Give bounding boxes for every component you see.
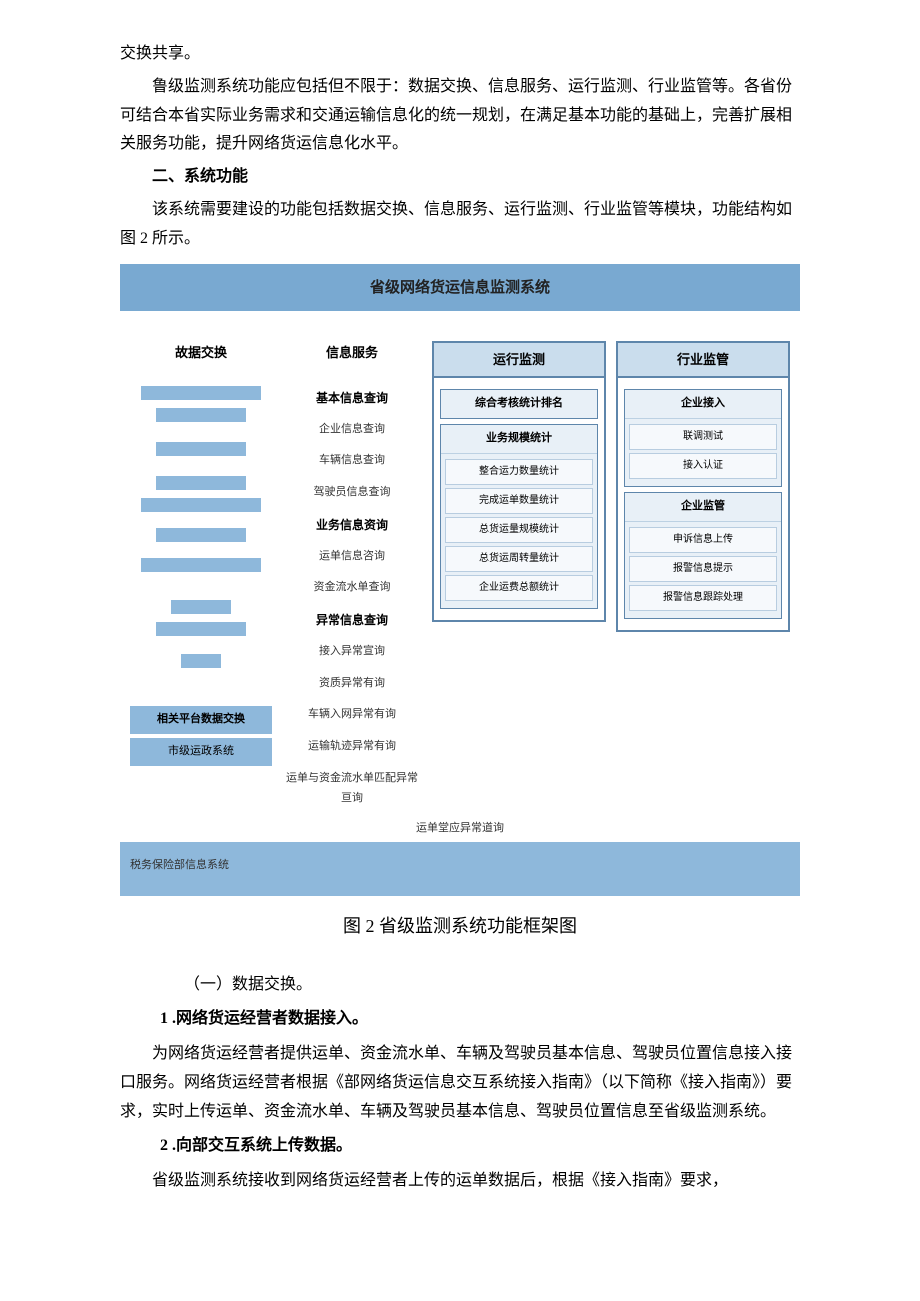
subsection-heading: （一）数据交换。 <box>120 971 800 1000</box>
diagram-item: 车辆信息查询 <box>319 451 385 471</box>
sub-panel: 综合考核统计排名 <box>440 389 598 419</box>
section-heading: 二、系统功能 <box>120 163 800 192</box>
panel-item: 接入认证 <box>629 453 777 479</box>
sub-panel-header: 业务规模统计 <box>441 425 597 454</box>
sub-panel: 企业接入 联调测试 接入认证 <box>624 389 782 487</box>
diagram-item: 资质异常有询 <box>319 674 385 694</box>
architecture-diagram: 省级网络货运信息监测系统 故据交换 相关平台数据交换 市级运政系统 信息服 <box>120 264 800 897</box>
diagram-block <box>141 558 261 572</box>
diagram-body: 故据交换 相关平台数据交换 市级运政系统 信息服务 基本信息查询 企业信息查询 <box>120 311 800 815</box>
panel-item: 完成运单数量统计 <box>445 488 593 514</box>
diagram-subheader: 业务信息资询 <box>316 515 388 537</box>
diagram-footer-item: 运单堂应异常道询 <box>120 819 800 839</box>
panel-header: 行业监管 <box>618 343 788 378</box>
figure-caption: 图 2 省级监测系统功能框架图 <box>120 910 800 942</box>
column-info-service: 信息服务 基本信息查询 企业信息查询 车辆信息查询 驾驶员信息查询 业务信息资询… <box>282 341 422 815</box>
diagram-item: 资金流水单查询 <box>314 578 391 598</box>
panel-item: 总货运量规模统计 <box>445 517 593 543</box>
diagram-item: 运输轨迹异常有询 <box>308 737 396 757</box>
panel-item: 联调测试 <box>629 424 777 450</box>
sub-panel: 业务规模统计 整合运力数量统计 完成运单数量统计 总货运量规模统计 总货运周转量… <box>440 424 598 609</box>
diagram-block <box>141 498 261 512</box>
body-text: 该系统需要建设的功能包括数据交换、信息服务、运行监测、行业监管等模块，功能结构如… <box>120 196 800 254</box>
sub-panel-header: 企业接入 <box>625 390 781 419</box>
diagram-block <box>156 408 246 422</box>
body-text: 鲁级监测系统功能应包括但不限于：数据交换、信息服务、运行监测、行业监管等。各省份… <box>120 73 800 159</box>
sub-panel-header: 企业监管 <box>625 493 781 522</box>
column-monitoring: 运行监测 综合考核统计排名 业务规模统计 整合运力数量统计 完成运单数量统计 总… <box>432 341 606 815</box>
diagram-subheader: 异常信息查询 <box>316 610 388 632</box>
column-header: 信息服务 <box>326 341 378 364</box>
body-text: 省级监测系统接收到网络货运经营者上传的运单数据后，根据《接入指南》要求， <box>120 1167 800 1196</box>
diagram-subheader: 基本信息查询 <box>316 388 388 410</box>
panel-monitoring: 运行监测 综合考核统计排名 业务规模统计 整合运力数量统计 完成运单数量统计 总… <box>432 341 606 622</box>
diagram-block <box>156 622 246 636</box>
diagram-block <box>141 386 261 400</box>
panel-item: 报警信息跟踪处理 <box>629 585 777 611</box>
diagram-block <box>156 476 246 490</box>
panel-regulation: 行业监管 企业接入 联调测试 接入认证 企业监管 申诉信息上传 报警信息提示 <box>616 341 790 632</box>
diagram-item: 驾驶员信息查询 <box>314 483 391 503</box>
diagram-block <box>156 528 246 542</box>
diagram-item: 企业信息查询 <box>319 420 385 440</box>
diagram-label: 市级运政系统 <box>130 738 272 766</box>
diagram-block <box>156 442 246 456</box>
body-text: 交换共享。 <box>120 40 800 69</box>
panel-item: 企业运费总额统计 <box>445 575 593 601</box>
panel-item: 整合运力数量统计 <box>445 459 593 485</box>
diagram-item: 车辆入网异常有询 <box>308 705 396 725</box>
column-header: 故据交换 <box>175 341 227 364</box>
column-regulation: 行业监管 企业接入 联调测试 接入认证 企业监管 申诉信息上传 报警信息提示 <box>616 341 790 815</box>
numbered-heading: 1 .网络货运经营者数据接入。 <box>120 1005 800 1034</box>
diagram-label: 相关平台数据交换 <box>130 706 272 734</box>
diagram-block <box>171 600 231 614</box>
panel-header: 运行监测 <box>434 343 604 378</box>
diagram-item: 接入异常宣询 <box>319 642 385 662</box>
panel-item: 申诉信息上传 <box>629 527 777 553</box>
diagram-title: 省级网络货运信息监测系统 <box>120 264 800 311</box>
sub-panel: 企业监管 申诉信息上传 报警信息提示 报警信息跟踪处理 <box>624 492 782 619</box>
diagram-footer-bar: 税务保险部信息系统 <box>120 842 800 896</box>
panel-item: 报警信息提示 <box>629 556 777 582</box>
diagram-block <box>181 654 221 668</box>
column-data-exchange: 故据交换 相关平台数据交换 市级运政系统 <box>130 341 272 815</box>
diagram-item: 运单与资金流水单匹配异常亘询 <box>282 769 422 809</box>
diagram-item: 运单信息咨询 <box>319 547 385 567</box>
sub-panel-header: 综合考核统计排名 <box>441 390 597 418</box>
numbered-heading: 2 .向部交互系统上传数据。 <box>120 1132 800 1161</box>
body-text: 为网络货运经营者提供运单、资金流水单、车辆及驾驶员基本信息、驾驶员位置信息接入接… <box>120 1040 800 1126</box>
panel-item: 总货运周转量统计 <box>445 546 593 572</box>
